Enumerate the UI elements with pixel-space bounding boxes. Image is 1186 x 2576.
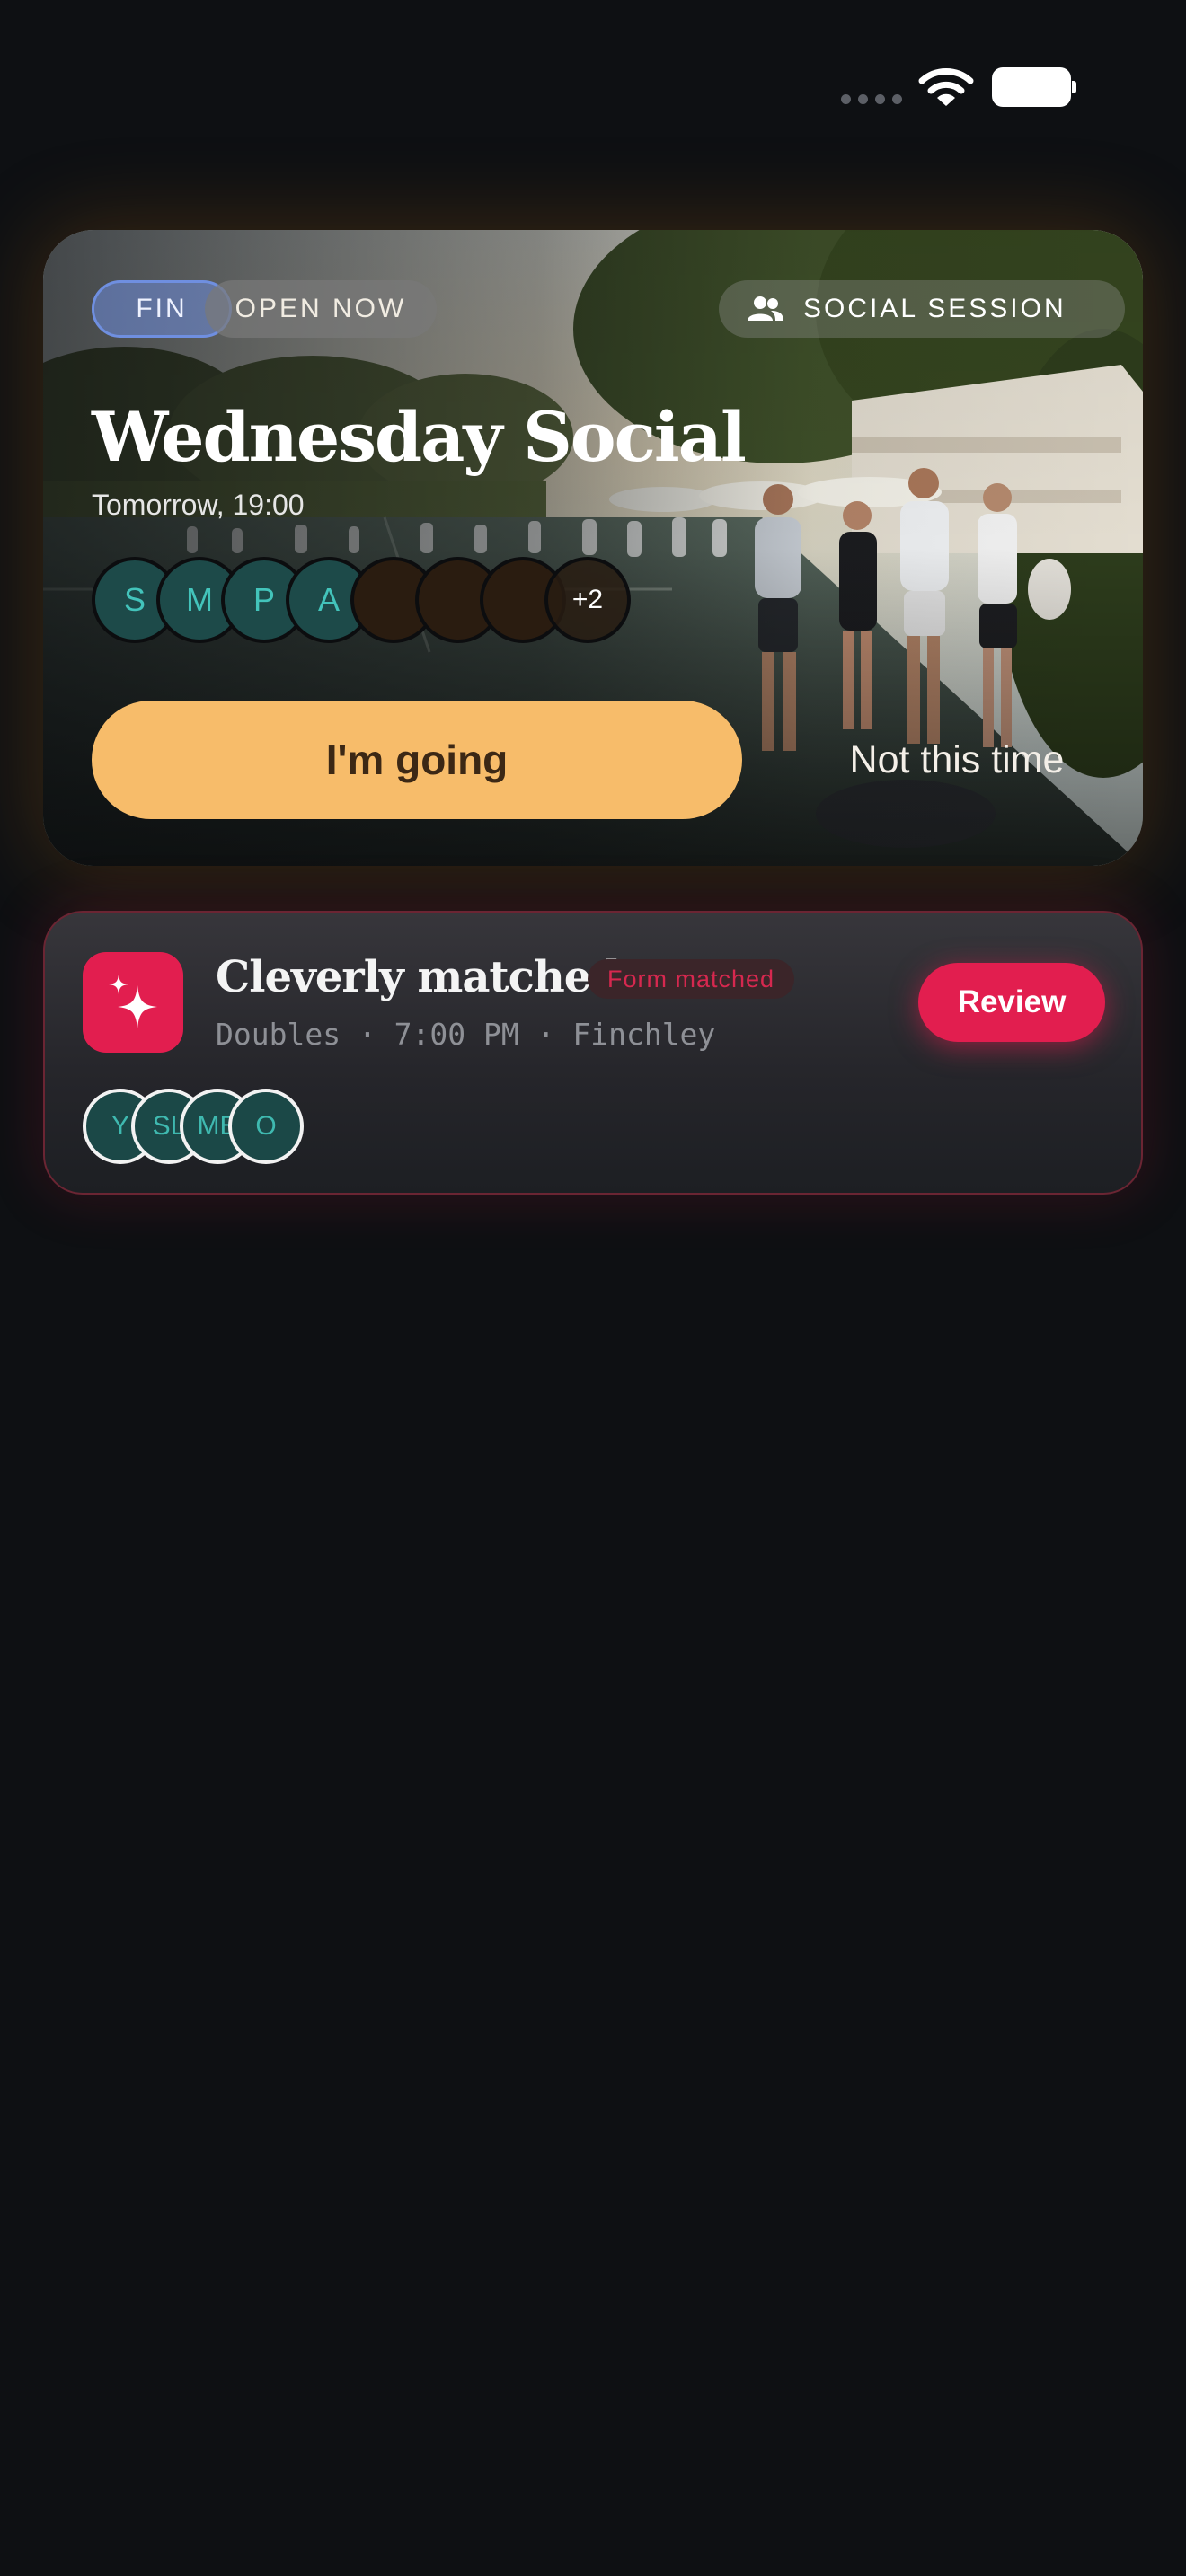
signal-dots-icon: [841, 94, 902, 104]
battery-icon: [992, 67, 1076, 107]
im-going-button[interactable]: I'm going: [92, 701, 742, 819]
sparkle-icon: [83, 952, 183, 1053]
match-card[interactable]: Cleverly matched Form matched Doubles · …: [43, 911, 1143, 1195]
people-icon: [748, 296, 783, 321]
social-session-card[interactable]: FIN OPEN NOW SOCIAL SESSION Wednesday So…: [43, 230, 1143, 866]
status-bar: [0, 0, 1186, 180]
match-title: Cleverly matched: [216, 952, 621, 1002]
wifi-icon: [918, 68, 974, 106]
open-now-chip: OPEN NOW: [205, 280, 437, 338]
more-attendees-count: +2: [544, 557, 631, 643]
social-session-label: SOCIAL SESSION: [803, 294, 1067, 323]
matched-players: Y SL MB O: [83, 1089, 352, 1164]
review-button[interactable]: Review: [918, 963, 1105, 1042]
attendee-avatars[interactable]: S M P A +2: [92, 557, 631, 643]
not-this-time-button[interactable]: Not this time: [789, 701, 1125, 819]
session-time: Tomorrow, 19:00: [92, 489, 305, 521]
session-title: Wednesday Social: [92, 397, 747, 477]
social-session-chip: SOCIAL SESSION: [719, 280, 1125, 338]
form-matched-badge: Form matched: [588, 959, 795, 999]
match-details: Doubles · 7:00 PM · Finchley: [216, 1017, 716, 1052]
avatar: O: [228, 1089, 304, 1164]
